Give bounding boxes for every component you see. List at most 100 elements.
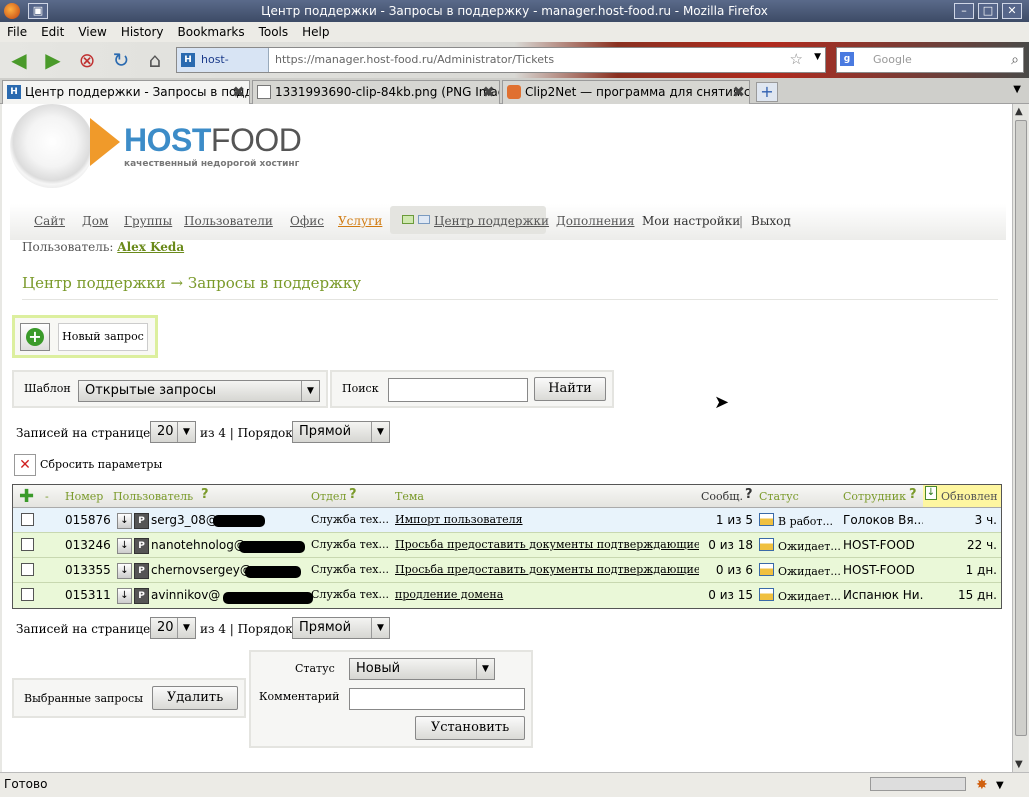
address-bar[interactable]: Hhost-food.ru https://manager.host-food.… [176, 47, 826, 90]
row-checkbox[interactable] [21, 538, 34, 551]
tab-list-icon[interactable]: ▼ [1013, 84, 1021, 95]
menu-edit[interactable]: Edit [34, 22, 71, 42]
tab-clip2net[interactable]: Clip2Net — программа для снятия скр... ✖ [502, 80, 750, 104]
comment-input[interactable] [349, 688, 525, 710]
help-icon[interactable]: ? [745, 487, 753, 502]
down-arrow-icon[interactable]: ↓ [117, 563, 132, 579]
order-select[interactable]: Прямой ▼ [292, 421, 390, 443]
down-arrow-icon[interactable]: ↓ [117, 513, 132, 529]
url-dropdown-icon[interactable]: ▼ [814, 52, 821, 62]
profile-icon[interactable]: P [134, 588, 149, 604]
table-row[interactable]: 013355 ↓ P chernovsergey@ Служба тех... … [13, 558, 1001, 583]
page-scrollbar[interactable]: ▲ ▼ [1012, 104, 1028, 772]
reset-params-link[interactable]: Сбросить параметры [40, 458, 162, 471]
col-status[interactable]: Статус [759, 490, 799, 503]
table-row[interactable]: 015876 ↓ P serg3_08@ Служба тех... Импор… [13, 508, 1001, 533]
site-identity[interactable]: Hhost-food.ru [177, 48, 269, 90]
help-icon[interactable]: ? [349, 487, 357, 502]
col-dept[interactable]: Отдел [311, 490, 346, 503]
menu-file[interactable]: File [0, 22, 34, 42]
nav-services[interactable]: Услуги [338, 214, 382, 228]
menu-view[interactable]: View [71, 22, 113, 42]
user-link[interactable]: Alex Keda [117, 240, 184, 254]
nav-addons[interactable]: Дополнения [556, 214, 635, 228]
status-select[interactable]: Новый ▼ [349, 658, 495, 680]
add-request-button[interactable]: + [20, 323, 50, 351]
ticket-user[interactable]: serg3_08@ [151, 513, 218, 527]
ticket-topic[interactable]: продление домена [395, 588, 699, 601]
profile-icon[interactable]: P [134, 563, 149, 579]
menu-history[interactable]: History [114, 22, 171, 42]
reset-icon[interactable]: ✕ [14, 454, 36, 476]
ticket-user[interactable]: chernovsergey@ [151, 563, 252, 577]
nav-support[interactable]: Центр поддержки [434, 214, 549, 228]
close-tab-icon[interactable]: ✖ [482, 81, 495, 103]
close-tab-icon[interactable]: ✖ [732, 81, 745, 103]
col-employee[interactable]: Сотрудник [843, 490, 906, 503]
add-icon[interactable]: ✚ [19, 486, 34, 507]
ticket-topic[interactable]: Импорт пользователя [395, 513, 699, 526]
chevron-down-icon[interactable]: ▼ [996, 775, 1004, 797]
order-select[interactable]: Прямой ▼ [292, 617, 390, 639]
tab-image[interactable]: 1331993690-clip-84kb.png (PNG Image,... … [252, 80, 500, 104]
minimize-button[interactable]: – [954, 3, 974, 19]
find-button[interactable]: Найти [534, 377, 606, 401]
maximize-button[interactable]: □ [978, 3, 998, 19]
menu-tools[interactable]: Tools [252, 22, 296, 42]
per-page-select[interactable]: 20 ▼ [150, 421, 196, 443]
scroll-down-icon[interactable]: ▼ [1015, 759, 1023, 770]
nav-home[interactable]: Дом [82, 214, 108, 228]
col-user[interactable]: Пользователь [113, 490, 193, 503]
close-window-button[interactable]: ✕ [1002, 3, 1022, 19]
nav-settings[interactable]: Мои настройки [642, 214, 740, 228]
row-checkbox[interactable] [21, 588, 34, 601]
ticket-topic[interactable]: Просьба предоставить документы подтвержд… [395, 563, 699, 576]
ticket-user[interactable]: avinnikov@ [151, 588, 220, 602]
magnifier-icon[interactable]: ⌕ [1011, 48, 1019, 72]
search-input[interactable] [388, 378, 528, 402]
nav-site[interactable]: Сайт [34, 214, 65, 228]
menu-help[interactable]: Help [295, 22, 336, 42]
brand-name[interactable]: HOSTFOOD [124, 122, 302, 159]
nav-groups[interactable]: Группы [124, 214, 172, 228]
ticket-topic[interactable]: Просьба предоставить документы подтвержд… [395, 538, 699, 551]
template-select[interactable]: Открытые запросы ▼ [78, 380, 320, 402]
nav-office[interactable]: Офис [290, 214, 324, 228]
reload-icon[interactable]: ↻ [108, 48, 134, 72]
window-menu-button[interactable]: ▣ [28, 3, 48, 19]
ticket-user[interactable]: nanotehnolog@ [151, 538, 246, 552]
table-row[interactable]: 013246 ↓ P nanotehnolog@ Служба тех... П… [13, 533, 1001, 558]
tab-support[interactable]: H Центр поддержки - Запросы в подде... ✖ [2, 80, 250, 104]
down-arrow-icon[interactable]: ↓ [117, 588, 132, 604]
new-tab-icon[interactable]: + [756, 82, 778, 102]
sort-down-icon[interactable]: ↓ [925, 486, 937, 500]
delete-button[interactable]: Удалить [152, 686, 238, 710]
scroll-up-icon[interactable]: ▲ [1015, 106, 1023, 117]
per-page-select[interactable]: 20 ▼ [150, 617, 196, 639]
col-topic[interactable]: Тема [395, 490, 424, 503]
col-messages[interactable]: Сообщ. [701, 490, 743, 503]
stop-icon[interactable]: ⊗ [74, 48, 100, 72]
google-icon[interactable]: g [840, 52, 854, 66]
profile-icon[interactable]: P [134, 513, 149, 529]
row-checkbox[interactable] [21, 513, 34, 526]
new-request-button[interactable]: Новый запрос [58, 323, 148, 351]
search-bar[interactable]: g Google ⌕ [836, 47, 1024, 73]
bookmark-star-icon[interactable]: ☆ [790, 50, 803, 68]
nav-exit[interactable]: Выход [751, 214, 791, 228]
help-icon[interactable]: ? [201, 487, 209, 502]
profile-icon[interactable]: P [134, 538, 149, 554]
menu-bookmarks[interactable]: Bookmarks [171, 22, 252, 42]
forward-icon[interactable]: ▶ [40, 48, 66, 72]
down-arrow-icon[interactable]: ↓ [117, 538, 132, 554]
scroll-thumb[interactable] [1015, 120, 1027, 736]
set-status-button[interactable]: Установить [415, 716, 525, 740]
table-row[interactable]: 015311 ↓ P avinnikov@ Служба тех... прод… [13, 583, 1001, 608]
nav-users[interactable]: Пользователи [184, 214, 273, 228]
close-tab-icon[interactable]: ✖ [232, 81, 245, 103]
col-updated[interactable]: Обновлен [941, 490, 998, 503]
addon-icon[interactable]: ✸ [976, 774, 988, 796]
row-checkbox[interactable] [21, 563, 34, 576]
home-icon[interactable]: ⌂ [142, 48, 168, 72]
help-icon[interactable]: ? [909, 487, 917, 502]
